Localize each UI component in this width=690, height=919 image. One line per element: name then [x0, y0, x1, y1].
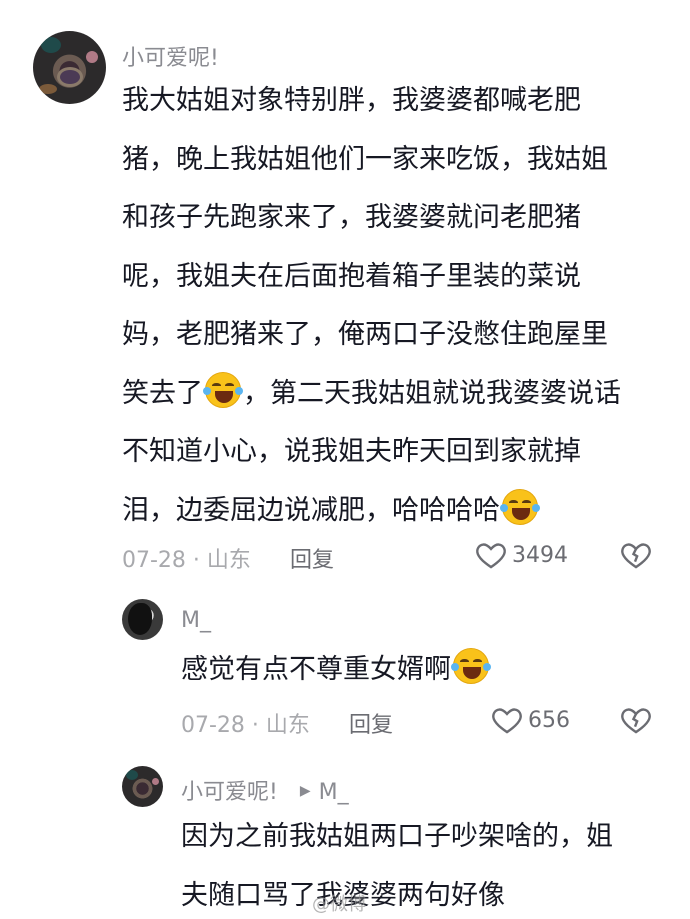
comment-meta: 07-28 · 山东	[181, 713, 310, 738]
heart-icon	[476, 543, 506, 569]
like-count: 3494	[512, 542, 568, 568]
reply-button[interactable]: 回复	[290, 542, 334, 574]
reply-to-username[interactable]: M_	[319, 780, 349, 805]
comment-username[interactable]: 小可爱呢!	[181, 780, 278, 805]
comment-fragment: 泪，边委屈边说减肥，哈哈哈哈	[122, 494, 500, 526]
avatar[interactable]	[122, 599, 163, 640]
comment-line-with-emoji: 感觉有点不尊重女婿啊	[181, 641, 661, 700]
comment-username[interactable]: 小可爱呢!	[122, 40, 219, 72]
comment-line: 夫随口骂了我婆婆两句好像	[181, 879, 505, 911]
watermark: @微博	[312, 894, 366, 915]
comment-line: 我大姑姐对象特别胖，我婆婆都喊老肥	[122, 85, 581, 116]
comment-username-row: 小可爱呢! ▶ M_	[181, 774, 349, 806]
avatar[interactable]	[33, 31, 106, 104]
heart-icon	[492, 708, 522, 734]
laughing-crying-emoji-icon	[451, 648, 491, 684]
comment-text: 感觉有点不尊重女婿啊	[181, 641, 661, 700]
laughing-crying-emoji-icon	[203, 371, 243, 408]
comment-line: 呢，我姐夫在后面抱着箱子里装的菜说	[122, 260, 581, 292]
comment-fragment: ，第二天我姑姐就说我婆婆说话	[243, 377, 621, 409]
broken-heart-icon[interactable]	[619, 703, 653, 737]
comment-fragment: 感觉有点不尊重女婿啊	[181, 654, 451, 685]
comment-text: 我大姑姐对象特别胖，我婆婆都喊老肥 猪，晚上我姑姐他们一家来吃饭，我姑姐 和孩子…	[122, 72, 662, 540]
laughing-crying-emoji-icon	[500, 488, 540, 525]
comment-meta: 07-28 · 山东	[122, 548, 251, 573]
avatar[interactable]	[122, 766, 163, 807]
comment-username[interactable]: M_	[181, 608, 211, 633]
broken-heart-icon[interactable]	[619, 538, 653, 572]
comment-line: 妈，老肥猪来了，俺两口子没憋住跑屋里	[122, 319, 608, 350]
comment-text: 因为之前我姑姐两口子吵架啥的，姐 夫随口骂了我婆婆两句好像	[181, 808, 661, 919]
comment-line-with-emoji: 笑去了 ，第二天我姑姐就说我婆婆说话	[122, 365, 662, 424]
like-button[interactable]: 656	[490, 703, 570, 737]
comment-line: 不知道小心，说我姐夫昨天回到家就掉	[122, 436, 581, 467]
comment-line: 猪，晚上我姑姐他们一家来吃饭，我姑姐	[122, 143, 608, 175]
comment-line: 和孩子先跑家来了，我婆婆就问老肥猪	[122, 202, 581, 233]
comment-line: 因为之前我姑姐两口子吵架啥的，姐	[181, 821, 613, 852]
comment-line-with-emoji: 泪，边委屈边说减肥，哈哈哈哈	[122, 482, 662, 541]
reply-arrow-icon: ▶	[299, 783, 311, 799]
comment-fragment: 笑去了	[122, 377, 203, 409]
like-count: 656	[528, 707, 570, 733]
like-button[interactable]: 3494	[474, 538, 568, 572]
reply-button[interactable]: 回复	[349, 707, 393, 739]
